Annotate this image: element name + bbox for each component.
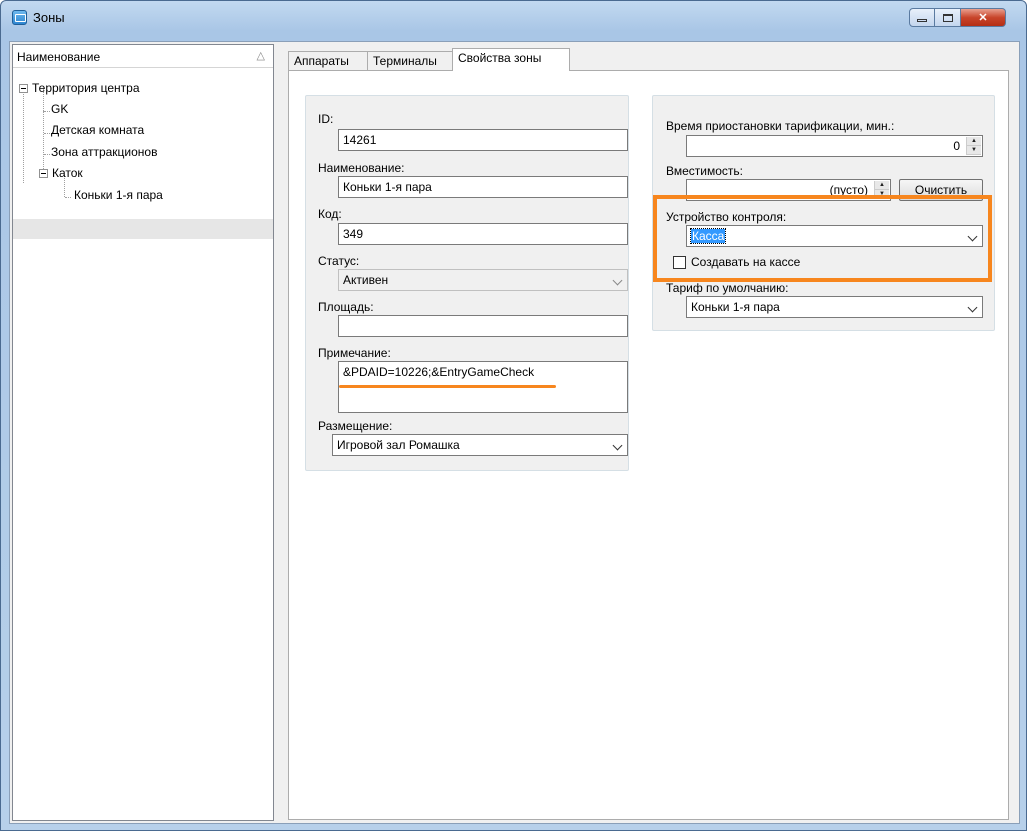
tab-label: Терминалы [373,54,437,68]
title-bar[interactable]: Зоны ✕ [1,1,1026,33]
collapse-icon[interactable] [39,169,48,178]
minimize-icon [917,19,927,22]
placement-label: Размещение: [318,419,393,433]
device-label: Устройство контроля: [666,210,787,224]
device-select[interactable]: Касса [686,225,983,247]
status-value: Активен [343,273,389,287]
pause-value: 0 [953,139,960,153]
placement-value: Игровой зал Ромашка [337,438,460,452]
create-on-cashdesk-checkbox[interactable] [673,256,686,269]
maximize-icon [942,13,953,22]
clear-button[interactable]: Очистить [899,179,983,201]
name-label: Наименование: [318,161,405,175]
tab-zone-properties[interactable]: Свойства зоны [452,48,570,71]
tree-line [44,154,50,155]
area-field[interactable] [338,315,628,337]
zones-tree[interactable]: Наименование △ Территория центра GK Детс… [12,44,274,821]
tariff-label: Тариф по умолчанию: [666,281,789,295]
tree-node-label: Зона аттракционов [51,145,158,159]
chevron-down-icon [612,275,623,286]
tree-line [65,197,71,198]
id-field[interactable]: 14261 [338,129,628,151]
maximize-button[interactable] [935,8,961,27]
chevron-down-icon [967,231,978,242]
chevron-down-icon [967,302,978,313]
tree-node-attractions[interactable]: Зона аттракционов [51,142,157,162]
tree-node-kids-room[interactable]: Детская комната [51,120,144,140]
code-label: Код: [318,207,342,221]
tree-line [23,87,24,183]
sort-icon: △ [256,50,265,62]
tree-node-label: Территория центра [32,81,140,95]
tree-node-skates-pair[interactable]: Коньки 1-я пара [74,185,163,205]
collapse-icon[interactable] [19,84,28,93]
general-group: ID: 14261 Наименование: Коньки 1-я пара … [305,95,629,471]
client-area: Наименование △ Территория центра GK Детс… [9,41,1020,824]
capacity-spinner[interactable]: ▲ ▼ [874,181,889,199]
spin-down-icon[interactable]: ▼ [967,146,981,155]
tree-column-header[interactable]: Наименование △ [13,45,273,68]
zones-window: Зоны ✕ Наименование △ Территория центра … [0,0,1027,831]
selected-row-highlight [13,219,273,239]
close-icon: ✕ [978,12,988,24]
caption-buttons: ✕ [909,8,1006,27]
pause-field[interactable]: 0 ▲ ▼ [686,135,983,157]
tree-node-katok[interactable]: Каток [39,163,83,183]
tree-node-label: Коньки 1-я пара [74,188,163,202]
pause-spinner[interactable]: ▲ ▼ [966,137,981,155]
code-field[interactable]: 349 [338,223,628,245]
capacity-field[interactable]: (пусто) ▲ ▼ [686,179,891,201]
id-label: ID: [318,112,334,126]
tree-node-gk[interactable]: GK [51,99,68,119]
name-field[interactable]: Коньки 1-я пара [338,176,628,198]
tariff-value: Коньки 1-я пара [691,300,780,314]
close-button[interactable]: ✕ [961,8,1006,27]
tree-line [43,111,44,155]
tree-node-label: Каток [52,166,83,180]
status-select[interactable]: Активен [338,269,628,291]
pause-label: Время приостановки тарификации, мин.: [666,119,895,133]
zone-properties-panel: ID: 14261 Наименование: Коньки 1-я пара … [288,70,1009,820]
minimize-button[interactable] [909,8,935,27]
chevron-down-icon [612,440,623,451]
tree-node-root[interactable]: Территория центра [19,78,140,98]
settings-group: Время приостановки тарификации, мин.: 0 … [652,95,995,331]
tree-header-label: Наименование [17,50,101,64]
tab-devices[interactable]: Аппараты [288,51,368,70]
app-icon [12,10,27,25]
device-value: Касса [689,228,727,244]
tree-node-label: GK [51,102,69,116]
tab-terminals[interactable]: Терминалы [367,51,453,70]
window-title: Зоны [33,10,65,25]
tree-line [44,111,50,112]
capacity-label: Вместимость: [666,164,743,178]
tree-line [44,133,50,134]
placement-select[interactable]: Игровой зал Ромашка [332,434,628,456]
spin-down-icon[interactable]: ▼ [875,190,889,199]
tab-label: Аппараты [294,54,349,68]
capacity-value: (пусто) [829,183,868,197]
create-on-cashdesk-label[interactable]: Создавать на кассе [691,255,800,269]
annotation-underline [339,385,556,388]
status-label: Статус: [318,254,360,268]
tree-node-label: Детская комната [51,123,145,137]
tab-label: Свойства зоны [458,51,542,65]
tariff-select[interactable]: Коньки 1-я пара [686,296,983,318]
note-label: Примечание: [318,346,391,360]
area-label: Площадь: [318,300,374,314]
